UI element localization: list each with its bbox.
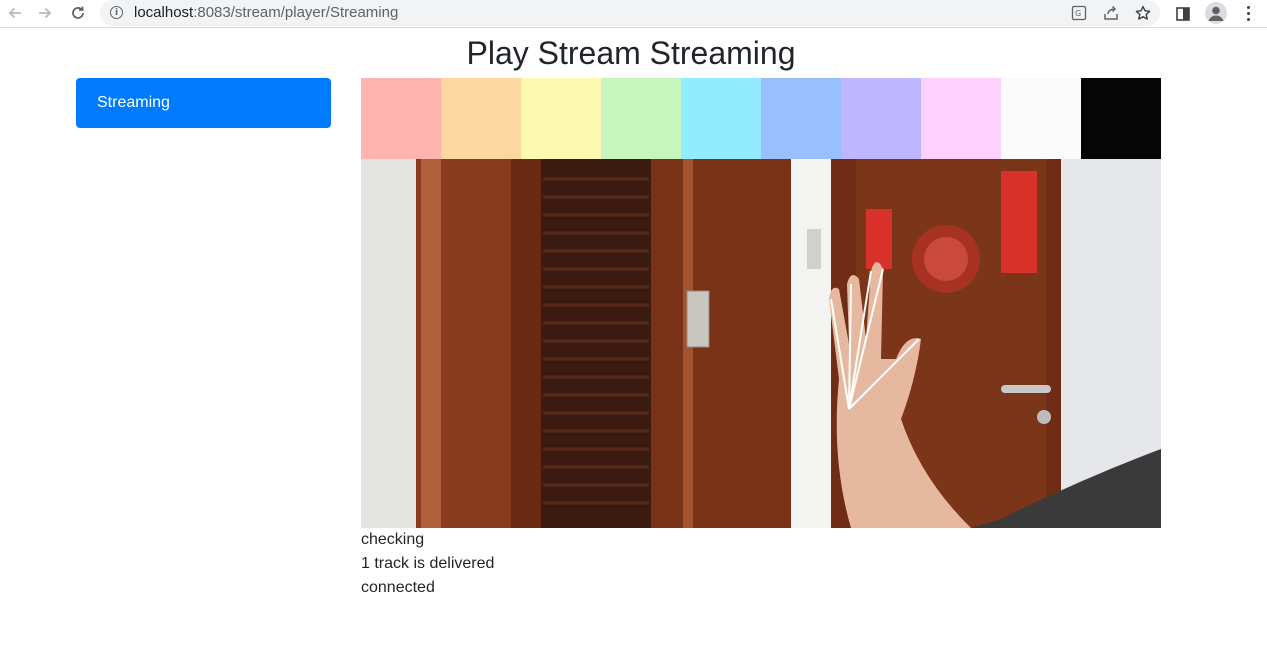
svg-text:G: G [1075, 9, 1081, 18]
more-menu-icon[interactable] [1240, 3, 1256, 23]
translate-icon[interactable]: G [1069, 3, 1089, 23]
color-bar [681, 78, 761, 159]
color-bar [761, 78, 841, 159]
status-ice-state: checking [361, 531, 425, 548]
color-bar [361, 78, 441, 159]
color-bar [601, 78, 681, 159]
color-bar [521, 78, 601, 159]
reload-icon[interactable] [67, 2, 89, 24]
url-text[interactable]: localhost:8083/stream/player/Streaming [134, 4, 398, 22]
share-icon[interactable] [1101, 3, 1121, 23]
profile-avatar-icon[interactable] [1205, 2, 1227, 24]
bookmark-star-icon[interactable] [1133, 3, 1153, 23]
color-bar [841, 78, 921, 159]
color-bar [441, 78, 521, 159]
side-panel-icon[interactable] [1173, 4, 1193, 24]
browser-toolbar: i localhost:8083/stream/player/Streaming… [0, 0, 1267, 28]
video-frame [361, 159, 1161, 528]
video-player[interactable] [361, 78, 1161, 528]
back-arrow-icon[interactable] [4, 2, 26, 24]
url-host: localhost [134, 4, 194, 21]
color-bar [921, 78, 1001, 159]
status-connection: connected [361, 579, 435, 596]
forward-arrow-icon[interactable] [34, 2, 56, 24]
color-bar [1001, 78, 1081, 159]
address-bar[interactable]: i localhost:8083/stream/player/Streaming… [100, 0, 1160, 26]
color-bar [1081, 78, 1161, 159]
url-path: :8083/stream/player/Streaming [193, 4, 399, 21]
page-title: Play Stream Streaming [466, 35, 796, 71]
site-info-icon[interactable]: i [110, 6, 123, 19]
color-bars [361, 78, 1161, 159]
sidebar-item-streaming[interactable]: Streaming [76, 78, 331, 128]
status-track-info: 1 track is delivered [361, 555, 495, 572]
